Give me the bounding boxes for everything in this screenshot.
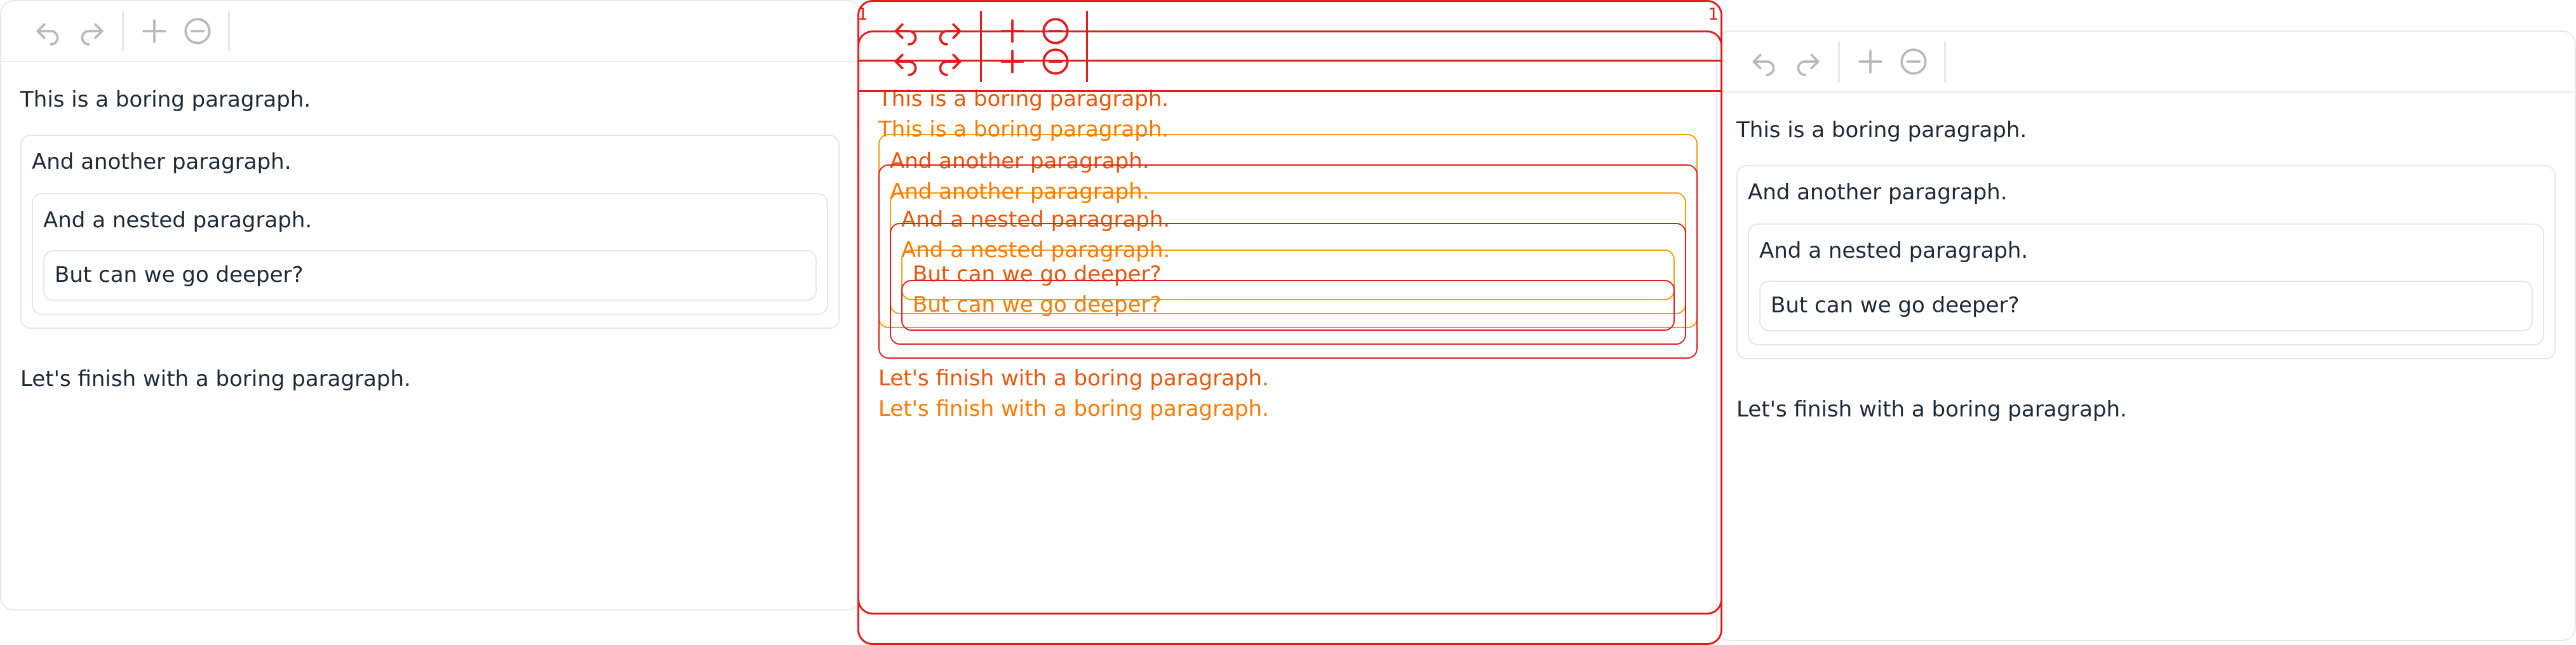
diff-overlay: 1 This is a boring paragraph. And anothe… — [857, 0, 1722, 645]
redo-icon[interactable] — [1786, 40, 1829, 83]
toolbar — [1717, 32, 2575, 93]
paragraph: And a nested paragraph. — [901, 237, 1171, 263]
toolbar-divider — [1838, 41, 1840, 82]
paragraph[interactable]: And another paragraph. — [32, 147, 828, 176]
document-body: This is a boring paragraph. And another … — [859, 115, 1721, 423]
paragraph: And another paragraph. — [890, 179, 1150, 204]
plus-icon[interactable] — [1849, 40, 1892, 83]
toolbar-divider — [1086, 41, 1088, 82]
paragraph[interactable]: This is a boring paragraph. — [20, 85, 841, 114]
paragraph: But can we go deeper? — [913, 292, 1162, 317]
minus-circle-icon — [1034, 40, 1077, 83]
paragraph[interactable]: Let's finish with a boring paragraph. — [20, 364, 841, 394]
paragraph: This is a boring paragraph. — [878, 117, 1169, 142]
paragraph[interactable]: And a nested paragraph. — [1759, 236, 2533, 265]
redo-icon — [928, 40, 971, 83]
paragraph[interactable]: Let's finish with a boring paragraph. — [1736, 395, 2556, 424]
paragraph[interactable]: But can we go deeper? — [55, 260, 805, 289]
block[interactable]: And another paragraph. And a nested para… — [1736, 165, 2556, 359]
minus-circle-icon[interactable] — [1892, 40, 1935, 83]
nested-block[interactable]: And a nested paragraph. But can we go de… — [32, 193, 828, 315]
paragraph[interactable]: And another paragraph. — [1748, 178, 2544, 207]
undo-icon — [885, 40, 928, 83]
diff-marker: 1 — [1708, 5, 1719, 24]
plus-icon[interactable] — [133, 10, 176, 53]
document-body[interactable]: This is a boring paragraph. And another … — [1, 85, 860, 394]
paragraph: Let's finish with a boring paragraph. — [878, 396, 1269, 422]
paragraph[interactable]: This is a boring paragraph. — [1736, 116, 2556, 145]
nested-block-deep[interactable]: But can we go deeper? — [43, 250, 817, 301]
nested-block-deep: But can we go deeper? — [901, 280, 1675, 331]
toolbar-divider — [122, 11, 124, 51]
toolbar-divider — [1944, 41, 1946, 82]
redo-icon[interactable] — [70, 10, 113, 53]
document-body[interactable]: This is a boring paragraph. And another … — [1717, 116, 2575, 424]
nested-block-deep[interactable]: But can we go deeper? — [1759, 281, 2533, 331]
undo-icon[interactable] — [1743, 40, 1786, 83]
toolbar — [859, 32, 1721, 92]
block: And another paragraph. And a nested para… — [878, 164, 1698, 359]
nested-block[interactable]: And a nested paragraph. But can we go de… — [1748, 223, 2544, 345]
toolbar-divider — [228, 11, 230, 51]
plus-icon — [991, 40, 1034, 83]
minus-circle-icon[interactable] — [176, 10, 219, 53]
block[interactable]: And another paragraph. And a nested para… — [20, 135, 840, 329]
undo-icon[interactable] — [27, 10, 70, 53]
toolbar-divider — [980, 41, 982, 82]
overlay-layer-actual: This is a boring paragraph. And another … — [857, 30, 1722, 645]
nested-block: And a nested paragraph. But can we go de… — [890, 223, 1686, 345]
editor-left: This is a boring paragraph. And another … — [0, 0, 861, 611]
toolbar — [1, 1, 860, 62]
paragraph[interactable]: And a nested paragraph. — [43, 206, 817, 235]
paragraph[interactable]: But can we go deeper? — [1771, 291, 2521, 320]
editor-right: This is a boring paragraph. And another … — [1716, 30, 2576, 641]
